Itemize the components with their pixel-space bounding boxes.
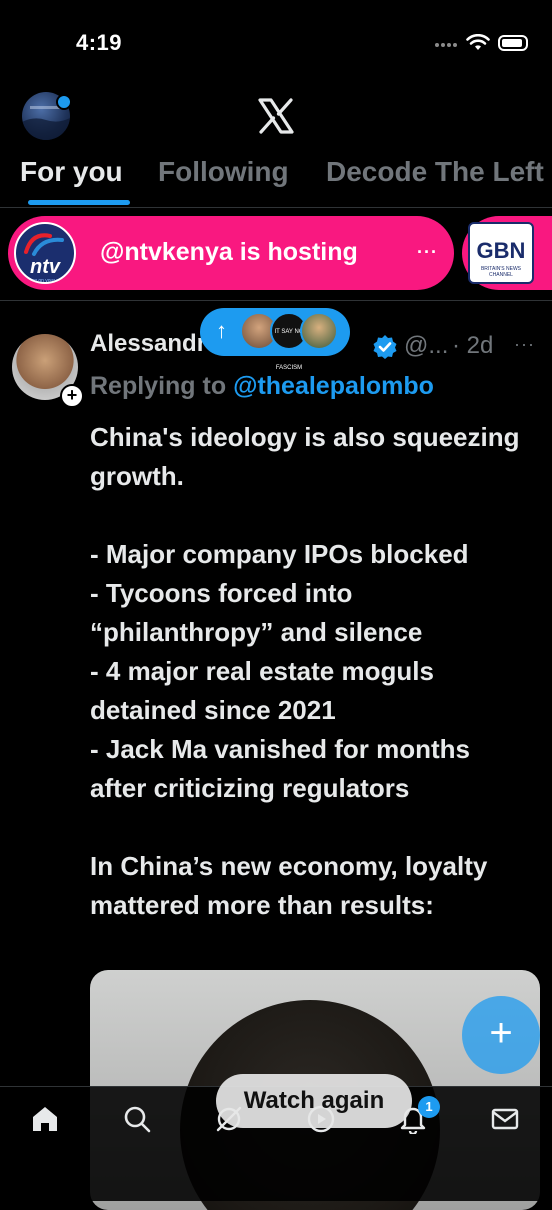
divider: [0, 207, 552, 208]
ntv-avatar[interactable]: ntv turning on your world: [14, 222, 76, 284]
replying-prefix: Replying to: [90, 372, 234, 400]
author-handle[interactable]: @...: [404, 332, 448, 360]
cellular-signal-icon: [434, 34, 458, 52]
search-icon[interactable]: [122, 1104, 152, 1134]
ntv-logo-text: ntv: [30, 256, 60, 278]
divider: [0, 300, 552, 301]
x-logo-icon[interactable]: [256, 96, 296, 136]
gbn-avatar[interactable]: GBN BRITAIN'S NEWS CHANNEL: [468, 222, 534, 284]
active-tab-indicator: [28, 200, 130, 205]
space-more-icon[interactable]: ···: [417, 242, 438, 263]
notification-badge: 1: [418, 1096, 440, 1118]
watch-again-button[interactable]: Watch again: [216, 1074, 412, 1128]
space-host-label: @ntvkenya is hosting: [100, 238, 358, 266]
home-icon[interactable]: [30, 1104, 60, 1134]
gbn-logo-subtext: BRITAIN'S NEWS CHANNEL: [480, 266, 522, 278]
tweet-text: China's ideology is also squeezing growt…: [90, 422, 520, 920]
wifi-icon: [466, 34, 490, 50]
arrow-up-icon[interactable]: ↑: [216, 318, 227, 344]
gbn-logo-text: GBN: [476, 238, 526, 263]
tweet-timestamp[interactable]: · 2d: [452, 332, 493, 360]
new-post-avatar: [300, 312, 338, 350]
tab-for-you[interactable]: For you: [20, 156, 123, 188]
status-time: 4:19: [76, 30, 123, 55]
compose-button[interactable]: +: [462, 996, 540, 1074]
follow-plus-icon[interactable]: +: [60, 384, 84, 408]
profile-notification-dot: [56, 94, 72, 110]
verified-badge-icon: [373, 335, 397, 359]
tab-decode-the-left[interactable]: Decode The Left: [326, 156, 544, 188]
tab-following[interactable]: Following: [158, 156, 289, 188]
battery-icon: [498, 35, 528, 51]
tweet-more-icon[interactable]: ···: [514, 334, 535, 355]
replying-to: Replying to @thealepalombo: [90, 372, 434, 401]
replying-to-link[interactable]: @thealepalombo: [233, 372, 434, 400]
status-icons: [434, 34, 528, 52]
messages-envelope-icon[interactable]: [490, 1104, 520, 1134]
